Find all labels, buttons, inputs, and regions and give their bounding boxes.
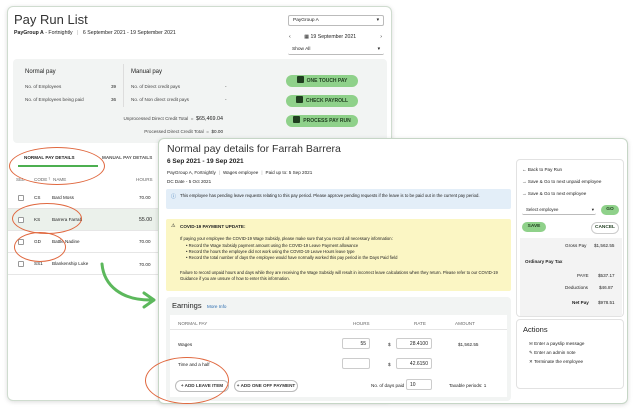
message-icon: ✉ bbox=[529, 341, 533, 346]
process-icon bbox=[293, 116, 301, 123]
tab-normal-pay-details[interactable]: NORMAL PAY DETAILS bbox=[24, 155, 75, 160]
more-info-link[interactable]: More Info bbox=[207, 304, 226, 309]
annotation-arrow-icon bbox=[100, 262, 156, 309]
detail-title: Normal pay details for Farrah Barrera bbox=[167, 143, 341, 155]
table-row-selected[interactable]: KS Barrera Farrah bbox=[8, 209, 158, 231]
chevron-down-icon: ▾ bbox=[377, 47, 380, 52]
rate-input[interactable]: 42.6150 bbox=[396, 358, 432, 369]
processed-total: Processed Direct Credit Total = $0.00 bbox=[144, 129, 223, 134]
frequency: Fortnightly bbox=[48, 30, 73, 36]
select-employee-dropdown[interactable]: Select employee ▾ bbox=[522, 205, 596, 215]
normal-pay-card: Normal pay No. of Employees 39 No. of Em… bbox=[19, 64, 124, 107]
warning-icon: ⚠ bbox=[171, 223, 176, 229]
calendar-icon: ▦ bbox=[304, 34, 310, 40]
hours-column-header: HOURS bbox=[136, 177, 153, 182]
covid-notice: ⚠ COVID-19 PAYMENT UPDATE: If paying you… bbox=[166, 219, 511, 291]
add-one-off-payment-button[interactable]: + ADD ONE OFF PAYMENT bbox=[234, 380, 298, 392]
back-to-pay-run-link[interactable]: ← Back to Pay Run bbox=[522, 167, 562, 172]
days-paid-label: No. of days paid bbox=[371, 383, 405, 388]
cancel-button[interactable]: CANCEL bbox=[591, 222, 619, 234]
go-button[interactable]: GO bbox=[601, 205, 619, 215]
close-icon: ✕ bbox=[529, 359, 533, 364]
date-selector[interactable]: ‹ ▦ 19 September 2021 › bbox=[289, 34, 385, 40]
paygroup-select[interactable]: PayGroup A ▾ bbox=[288, 15, 384, 26]
group-name: PayGroup A bbox=[14, 30, 44, 36]
table-row[interactable]: GD Battle Nadine bbox=[8, 231, 158, 253]
action-terminate-employee[interactable]: ✕ Terminate the employee bbox=[529, 359, 583, 365]
actions-title: Actions bbox=[523, 325, 548, 334]
row-checkbox[interactable] bbox=[18, 217, 24, 223]
manual-pay-title: Manual pay bbox=[131, 69, 163, 75]
normal-pay-title: Normal pay bbox=[25, 69, 56, 75]
show-select[interactable]: Show All ▾ bbox=[288, 45, 384, 55]
actions-panel: Actions ✉ Enter a payslip message ✎ Ente… bbox=[516, 319, 624, 389]
arrow-left-icon: ← bbox=[522, 167, 527, 172]
process-pay-run-button[interactable]: PROCESS PAY RUN bbox=[286, 115, 358, 127]
summary-panel: Normal pay No. of Employees 39 No. of Em… bbox=[13, 59, 387, 143]
person-icon bbox=[296, 76, 304, 83]
action-admin-note[interactable]: ✎ Enter an admin note bbox=[529, 350, 576, 356]
pay-summary: Gross Pay $1,562.55 Ordinary Pay Tax PAY… bbox=[520, 238, 622, 316]
row-checkbox[interactable] bbox=[18, 239, 24, 245]
save-next-employee-link[interactable]: → Save & Go to next employee bbox=[522, 191, 586, 196]
save-next-unpaid-link[interactable]: → Save & Go to next unpaid employee bbox=[522, 179, 601, 184]
arrow-right-icon: → bbox=[522, 191, 527, 196]
earnings-panel: Earnings More Info NORMAL PAY HOURS RATE… bbox=[166, 297, 511, 401]
dc-date: DC Date - 5 Oct 2021 bbox=[167, 179, 212, 184]
earnings-title: Earnings bbox=[172, 301, 202, 310]
sidebar-panel: ← Back to Pay Run → Save & Go to next un… bbox=[516, 159, 624, 317]
action-payslip-message[interactable]: ✉ Enter a payslip message bbox=[529, 341, 584, 347]
arrow-right-icon: → bbox=[522, 179, 527, 184]
note-icon: ✎ bbox=[529, 350, 533, 355]
detail-meta: PayGroup A, Fortnightly | Wages employee | P… bbox=[167, 170, 313, 175]
chevron-down-icon: ▾ bbox=[591, 207, 594, 212]
unprocessed-total: Unprocessed Direct Credit Total = $65,46… bbox=[123, 116, 223, 122]
one-touch-pay-button[interactable]: ONE TOUCH PAY bbox=[286, 75, 358, 87]
manual-pay-card: Manual pay No. of Direct credit pays - N… bbox=[131, 69, 227, 102]
save-button[interactable]: SAVE bbox=[522, 222, 546, 232]
hours-input[interactable] bbox=[342, 358, 370, 369]
normal-pay-details-window: Normal pay details for Farrah Barrera 6 … bbox=[158, 138, 628, 404]
checklist-icon bbox=[295, 96, 303, 103]
active-tab-indicator bbox=[18, 165, 98, 167]
chevron-left-icon[interactable]: ‹ bbox=[289, 34, 291, 40]
sort-arrow-icon[interactable]: ↑ bbox=[48, 176, 50, 181]
chevron-down-icon: ▾ bbox=[376, 18, 379, 23]
page-title: Pay Run List bbox=[14, 12, 88, 27]
rate-input[interactable]: 28.4100 bbox=[396, 338, 432, 349]
add-leave-item-button[interactable]: + ADD LEAVE ITEM bbox=[175, 380, 229, 392]
pending-leave-notice: ⓘ This employee has pending leave reques… bbox=[166, 189, 511, 209]
pay-dates: 6 September 2021 - 19 September 2021 bbox=[82, 30, 176, 36]
paygroup-info: PayGroup A - Fortnightly | 6 September 2… bbox=[14, 30, 176, 36]
hours-input[interactable]: 55 bbox=[342, 338, 370, 349]
row-checkbox[interactable] bbox=[18, 195, 24, 201]
check-payroll-button[interactable]: CHECK PAYROLL bbox=[286, 95, 358, 107]
table-row[interactable]: CS Bard Moss bbox=[8, 187, 158, 209]
tab-manual-pay-details[interactable]: MANUAL PAY DETAILS bbox=[102, 155, 152, 160]
days-paid-input[interactable]: 10 bbox=[406, 379, 432, 390]
row-checkbox[interactable] bbox=[18, 261, 24, 267]
detail-period: 6 Sep 2021 - 19 Sep 2021 bbox=[167, 158, 244, 165]
taxable-periods: Taxable periods: 1 bbox=[449, 383, 487, 388]
info-icon: ⓘ bbox=[171, 194, 177, 200]
covid-points: • Record the Wage Subsidy payment amount… bbox=[186, 243, 398, 260]
chevron-right-icon[interactable]: › bbox=[380, 34, 382, 40]
